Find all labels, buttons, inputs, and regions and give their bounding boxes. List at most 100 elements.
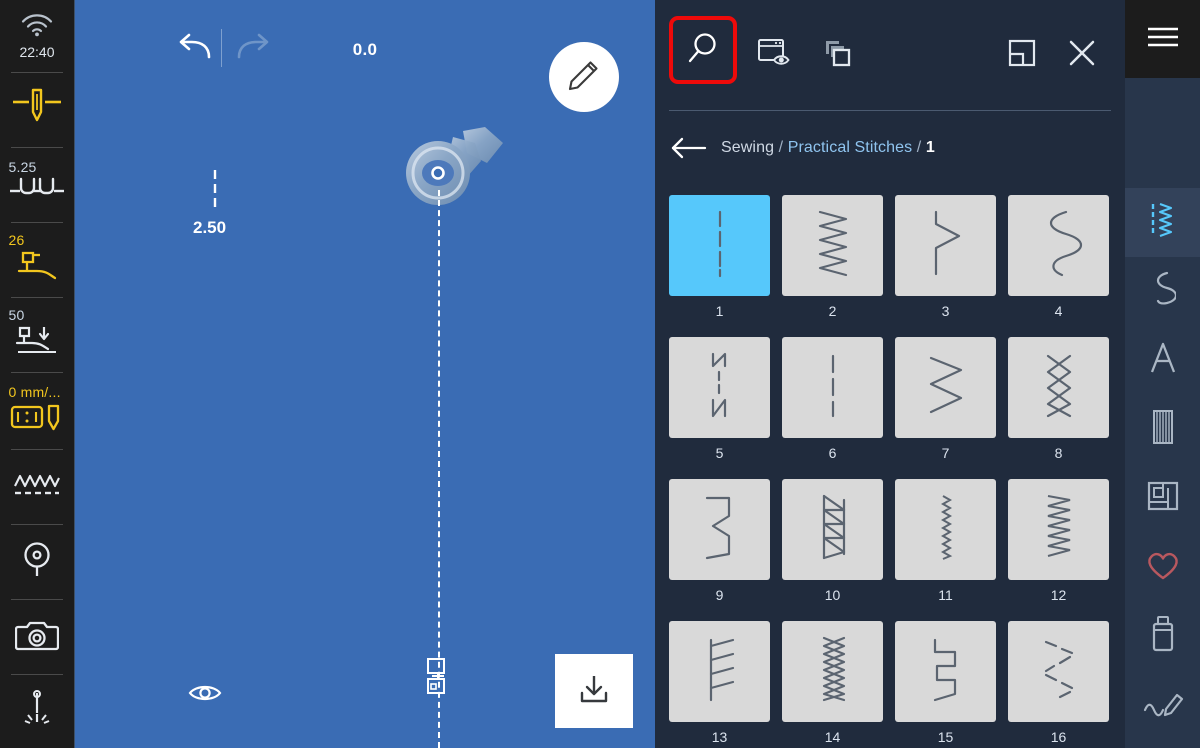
close-button[interactable]	[1055, 28, 1109, 82]
stitch-tile-wrapper: 12	[1008, 479, 1109, 603]
breadcrumb-category[interactable]: Practical Stitches	[788, 139, 913, 156]
stitch-tile-2[interactable]	[782, 195, 883, 296]
presser-foot-pressure-value: 50	[8, 307, 25, 323]
stitch-anchor-markers	[422, 655, 456, 708]
favorites-heart-icon	[1145, 549, 1181, 586]
stitch-tile-6[interactable]	[782, 337, 883, 438]
presser-foot-pressure-button[interactable]: 50	[0, 298, 75, 372]
breadcrumb: Sewing / Practical Stitches / 1	[669, 126, 1111, 170]
stretch-zigzag-stitch-icon	[1024, 488, 1094, 571]
panel-toolbar	[655, 0, 1125, 108]
stitch-tile-label-2: 2	[828, 303, 837, 319]
category-practical-stitches[interactable]	[1125, 188, 1200, 257]
close-icon	[1067, 38, 1097, 73]
rail-spacer	[1125, 78, 1200, 188]
presser-foot-pressure-icon	[14, 324, 60, 363]
stitch-canvas[interactable]: 0.0 2.50	[75, 0, 655, 748]
save-download-icon	[577, 672, 611, 711]
stitch-tile-12[interactable]	[1008, 479, 1109, 580]
category-quilting[interactable]	[1125, 464, 1200, 533]
stitch-tile-5[interactable]	[669, 337, 770, 438]
stitch-tile-wrapper: 10	[782, 479, 883, 603]
stitch-tile-4[interactable]	[1008, 195, 1109, 296]
stitch-tile-label-4: 4	[1054, 303, 1063, 319]
stitch-tile-label-8: 8	[1054, 445, 1063, 461]
stitch-tile-11[interactable]	[895, 479, 996, 580]
search-button[interactable]	[669, 16, 737, 84]
stitch-grid: 1234 5 67 89 10 11 12 13 14 15 16	[655, 195, 1125, 748]
menu-button[interactable]	[1125, 0, 1200, 78]
stitch-grid-row: 1 2 3 4	[669, 195, 1111, 319]
stitch-tile-10[interactable]	[782, 479, 883, 580]
category-decorative-stitches[interactable]	[1125, 257, 1200, 326]
category-stitch-designer[interactable]	[1125, 671, 1200, 740]
stitch-grid-row: 9 10 11 12	[669, 479, 1111, 603]
stitch-width-button[interactable]: 5.25	[0, 148, 75, 222]
search-icon	[686, 31, 720, 70]
category-alphabet[interactable]	[1125, 326, 1200, 395]
stitch-tile-3[interactable]	[895, 195, 996, 296]
duplicate-button[interactable]	[810, 28, 864, 82]
stitch-tile-label-15: 15	[937, 729, 954, 745]
stitch-tile-9[interactable]	[669, 479, 770, 580]
duplicate-icon	[821, 37, 853, 74]
category-buttonhole[interactable]	[1125, 395, 1200, 464]
presser-foot-button[interactable]: 26	[0, 223, 75, 297]
stitch-tile-13[interactable]	[669, 621, 770, 722]
eye-button[interactable]	[187, 681, 223, 710]
basting-stitch-icon	[798, 346, 868, 429]
edit-button[interactable]	[549, 42, 619, 112]
resize-panel-icon	[1007, 38, 1037, 73]
canvas-toolbar: 0.0	[75, 0, 655, 112]
stitch-tile-wrapper: 16	[1008, 621, 1109, 745]
presser-foot-icon	[14, 249, 60, 288]
stitch-tile-label-7: 7	[941, 445, 950, 461]
back-button[interactable]	[669, 135, 721, 161]
square-wave-stitch-icon	[911, 630, 981, 713]
camera-icon	[14, 618, 60, 657]
resize-panel-button[interactable]	[995, 28, 1049, 82]
speed-button[interactable]: 0 mm/...	[0, 373, 75, 449]
triangle-ladder-stitch-icon	[798, 488, 868, 571]
status-wifi-time: 22:40	[0, 0, 75, 72]
stitch-tile-wrapper: 13	[669, 621, 770, 745]
category-favorites[interactable]	[1125, 533, 1200, 602]
stitch-tile-wrapper: 6	[782, 337, 883, 461]
stitch-tile-wrapper: 9	[669, 479, 770, 603]
stitch-tile-15[interactable]	[895, 621, 996, 722]
bobbin-icon	[18, 540, 56, 585]
stitch-tile-14[interactable]	[782, 621, 883, 722]
stitch-pattern-button[interactable]	[0, 450, 75, 524]
stitch-tile-label-6: 6	[828, 445, 837, 461]
camera-button[interactable]	[0, 600, 75, 674]
overlock-stitch-icon	[685, 630, 755, 713]
alphabet-icon	[1148, 341, 1178, 380]
breadcrumb-root[interactable]: Sewing	[721, 139, 774, 156]
stitch-tile-label-1: 1	[715, 303, 724, 319]
stitch-tile-wrapper: 2	[782, 195, 883, 319]
sharp-zigzag-stitch-icon	[911, 346, 981, 429]
stitch-tile-7[interactable]	[895, 337, 996, 438]
stitch-tile-8[interactable]	[1008, 337, 1109, 438]
needle-position-button[interactable]	[0, 73, 75, 147]
stitch-width-value: 5.25	[8, 159, 37, 175]
save-button[interactable]	[555, 654, 633, 728]
preview-window-icon	[757, 37, 791, 74]
speed-icon	[9, 401, 65, 438]
category-usb[interactable]	[1125, 602, 1200, 671]
left-status-rail: 22:40 5.25 26 50 0 mm/...	[0, 0, 75, 748]
presser-foot-value: 26	[8, 232, 25, 248]
reinforced-straight-stitch-icon	[685, 346, 755, 429]
bobbin-button[interactable]	[0, 525, 75, 599]
stitch-tile-label-11: 11	[938, 587, 953, 603]
cross-diamond-stitch-icon	[1024, 346, 1094, 429]
needle-threader-button[interactable]	[0, 675, 75, 745]
stitch-tile-1[interactable]	[669, 195, 770, 296]
preview-button[interactable]	[747, 28, 801, 82]
stitch-tile-16[interactable]	[1008, 621, 1109, 722]
hamburger-menu-icon	[1146, 24, 1180, 55]
wifi-icon	[20, 13, 54, 42]
wide-zigzag-stitch-icon	[911, 204, 981, 287]
presser-foot-graphic	[393, 125, 508, 220]
stitch-tile-wrapper: 11	[895, 479, 996, 603]
